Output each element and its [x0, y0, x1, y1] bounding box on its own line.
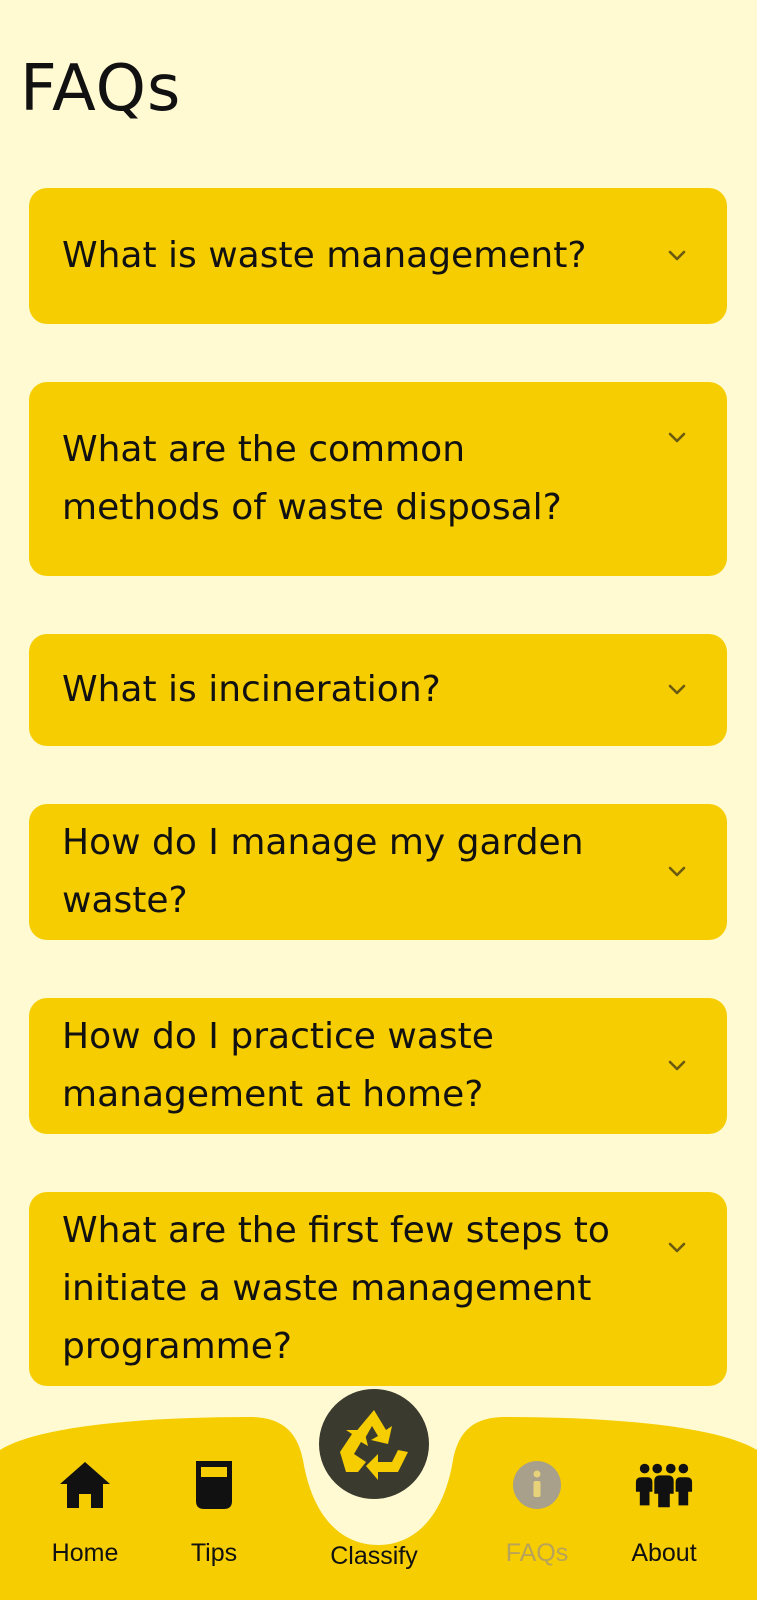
chevron-down-icon [667, 862, 687, 882]
faq-item-1[interactable]: What is waste management? [29, 188, 727, 324]
nav-label-faqs: FAQs [505, 1539, 569, 1567]
chevron-down-icon [667, 246, 687, 266]
info-icon [507, 1455, 567, 1515]
faq-question: What are the common methods of waste dis… [62, 429, 562, 528]
faq-item-3[interactable]: What is incineration? [29, 634, 727, 746]
recycle-icon [340, 1410, 408, 1480]
chevron-down-icon [667, 1238, 687, 1258]
nav-about[interactable]: About [609, 1455, 719, 1568]
faq-question: What is incineration? [62, 669, 441, 710]
page-title: FAQs [20, 52, 182, 126]
faq-question: What is waste management? [62, 235, 587, 276]
faq-item-5[interactable]: How do I practice waste management at ho… [29, 998, 727, 1134]
chevron-down-icon [667, 1056, 687, 1076]
home-icon [55, 1455, 115, 1515]
faq-question: What are the first few steps to initiate… [62, 1210, 610, 1367]
nav-faqs[interactable]: FAQs [482, 1455, 592, 1568]
chevron-down-icon [667, 680, 687, 700]
nav-tips[interactable]: Tips [159, 1455, 269, 1568]
people-icon [634, 1455, 694, 1515]
faq-question: How do I manage my garden waste? [62, 822, 584, 921]
cup-icon [184, 1455, 244, 1515]
nav-home[interactable]: Home [30, 1455, 140, 1568]
nav-label-about: About [631, 1539, 697, 1567]
nav-label-home: Home [51, 1539, 119, 1567]
nav-label-tips: Tips [190, 1539, 238, 1567]
faq-question: How do I practice waste management at ho… [62, 1016, 494, 1115]
faq-item-6[interactable]: What are the first few steps to initiate… [29, 1192, 727, 1386]
faq-item-4[interactable]: How do I manage my garden waste? [29, 804, 727, 940]
classify-button[interactable] [319, 1389, 429, 1499]
faq-item-2[interactable]: What are the common methods of waste dis… [29, 382, 727, 576]
nav-classify[interactable]: Classify [318, 1389, 430, 1571]
chevron-down-icon [667, 428, 687, 448]
nav-label-classify: Classify [330, 1542, 418, 1570]
bottom-nav: Home Tips Classify FAQs About [0, 1389, 757, 1600]
